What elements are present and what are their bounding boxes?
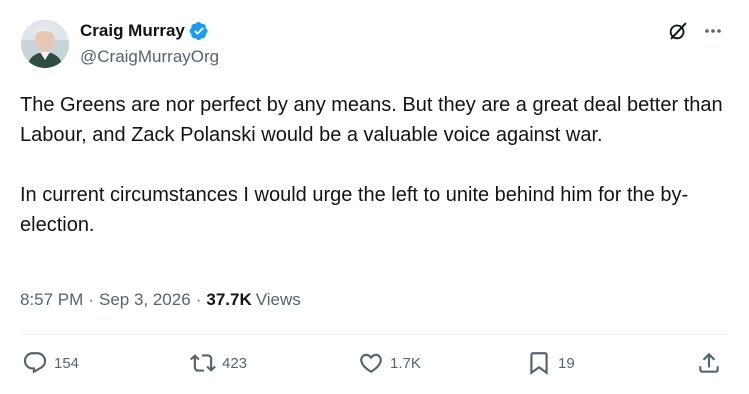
avatar[interactable] <box>21 20 69 68</box>
bookmark-icon <box>530 352 548 375</box>
reply-icon <box>23 352 47 374</box>
tweet-actions-bar: 154 423 1.7K 19 <box>20 346 729 380</box>
tweet-meta: 8:57 PM · Sep 3, 2026 · 37.7K Views <box>20 289 301 311</box>
tweet-top-actions <box>667 20 723 42</box>
verified-badge-icon[interactable] <box>189 21 209 41</box>
tweet-paragraph: The Greens are nor perfect by any means.… <box>20 94 729 146</box>
more-icon[interactable] <box>703 21 723 41</box>
repost-icon <box>190 354 216 372</box>
share-button[interactable] <box>696 346 722 380</box>
bookmark-count: 19 <box>558 354 575 372</box>
meta-separator: · <box>195 290 202 309</box>
avatar-image <box>21 20 69 68</box>
tweet-text: The Greens are nor perfect by any means.… <box>20 90 732 240</box>
like-count: 1.7K <box>390 354 421 372</box>
views-label: Views <box>255 290 301 309</box>
heart-icon <box>360 353 382 373</box>
repost-count: 423 <box>222 354 248 372</box>
views-count[interactable]: 37.7K <box>206 289 251 311</box>
tweet-date[interactable]: Sep 3, 2026 <box>99 289 191 311</box>
grok-icon[interactable] <box>667 20 689 42</box>
divider <box>20 334 729 335</box>
reply-button[interactable]: 154 <box>22 346 79 380</box>
tweet-card: Craig Murray @CraigMurrayOrg The Greens … <box>0 0 749 394</box>
repost-button[interactable]: 423 <box>190 346 247 380</box>
author-name[interactable]: Craig Murray <box>80 20 185 42</box>
like-button[interactable]: 1.7K <box>358 346 421 380</box>
reply-count: 154 <box>54 354 80 372</box>
tweet-paragraph: In current circumstances I would urge th… <box>20 184 689 236</box>
author-handle[interactable]: @CraigMurrayOrg <box>80 46 219 68</box>
tweet-time[interactable]: 8:57 PM <box>20 289 83 311</box>
meta-separator: · <box>88 290 94 309</box>
bookmark-button[interactable]: 19 <box>526 346 575 380</box>
share-icon <box>699 352 719 373</box>
author-name-row: Craig Murray <box>80 20 209 42</box>
